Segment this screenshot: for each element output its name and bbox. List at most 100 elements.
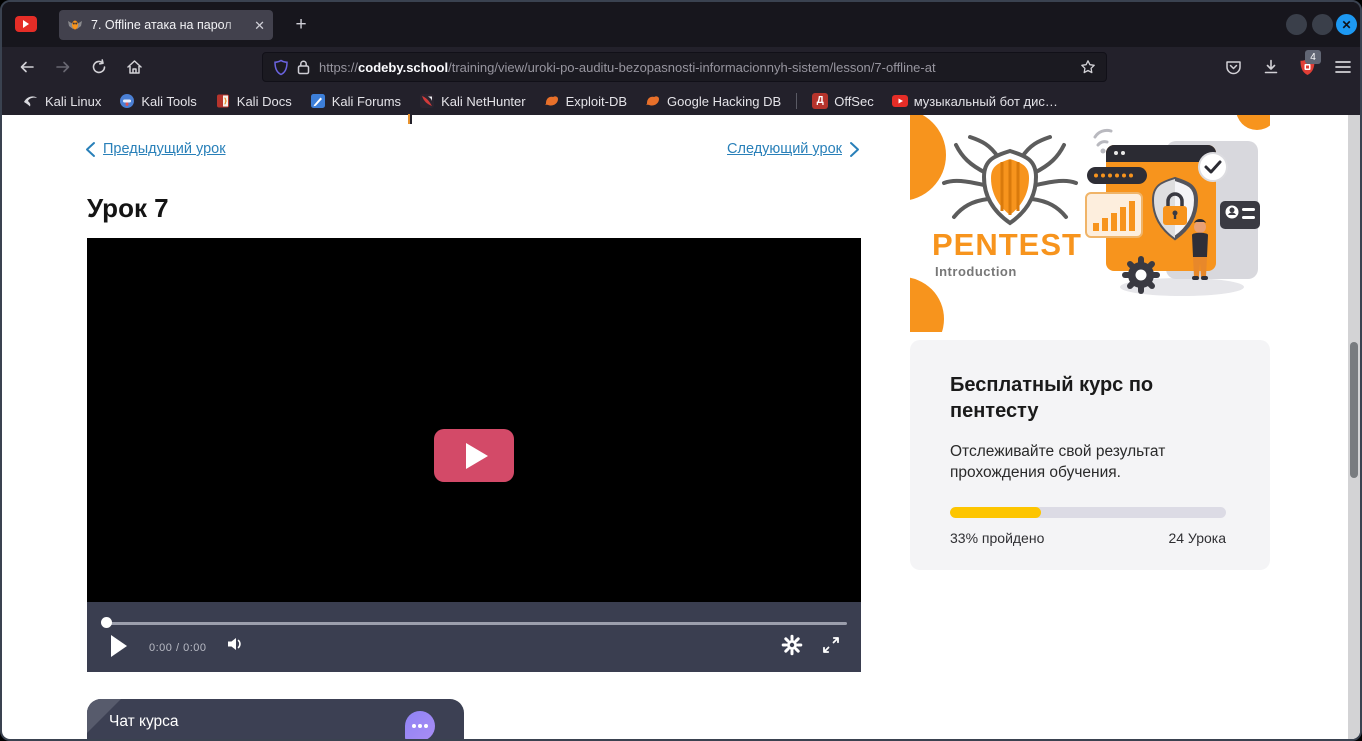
pentest-logo-title: PENTEST	[932, 227, 1082, 262]
player-controls: 0:00 / 0:00	[87, 602, 861, 672]
tab-title: 7. Offline атака на парол	[91, 18, 246, 32]
kali-docs-icon	[215, 93, 231, 109]
course-banner-illustration: PENTEST Introduction	[910, 115, 1270, 332]
chevron-left-icon	[84, 141, 96, 158]
new-tab-button[interactable]: +	[288, 12, 314, 38]
tracking-protection-shield-icon[interactable]	[273, 59, 289, 76]
seek-knob[interactable]	[101, 617, 112, 628]
extension-badge: 4	[1305, 50, 1321, 64]
progress-fill	[950, 507, 1041, 518]
volume-button[interactable]	[225, 634, 245, 654]
bookmark-label: Kali Docs	[237, 94, 292, 109]
chevron-right-icon	[849, 141, 861, 158]
youtube-icon	[23, 20, 29, 28]
volume-icon	[225, 634, 245, 654]
bookmark-kali-docs[interactable]: Kali Docs	[206, 90, 301, 112]
scrollbar-thumb[interactable]	[1350, 342, 1358, 478]
prev-lesson-link[interactable]: Предыдущий урок	[103, 141, 226, 157]
course-chat-widget[interactable]: Чат курса	[87, 699, 464, 741]
forward-button[interactable]	[51, 55, 75, 79]
bookmark-label: Kali Tools	[141, 94, 196, 109]
big-play-button[interactable]	[434, 429, 514, 482]
course-card-description: Отслеживайте свой результат прохождения …	[950, 442, 1220, 484]
bookmark-google-hacking-db[interactable]: Google Hacking DB	[636, 90, 790, 112]
bookmark-label: Kali Forums	[332, 94, 401, 109]
url-path: /training/view/uroki-po-auditu-bezopasno…	[448, 60, 936, 75]
bookmark-label: Google Hacking DB	[667, 94, 781, 109]
back-arrow-icon	[19, 59, 35, 75]
lock-icon[interactable]	[297, 60, 310, 75]
kali-forums-icon	[310, 93, 326, 109]
pocket-button[interactable]	[1221, 55, 1245, 79]
pinned-tab-youtube[interactable]	[15, 16, 37, 32]
youtube-icon	[892, 93, 908, 109]
seek-bar[interactable]	[106, 622, 847, 625]
gear-icon	[781, 634, 803, 656]
ghdb-bird-icon	[645, 93, 661, 109]
progress-bar	[950, 507, 1226, 518]
back-button[interactable]	[15, 55, 39, 79]
chat-bubble-icon[interactable]	[405, 711, 435, 741]
play-icon	[466, 443, 488, 469]
scrolled-heading-fragment	[410, 114, 412, 124]
close-button[interactable]: ✕	[1336, 14, 1357, 35]
lessons-count: 24 Урока	[1168, 530, 1226, 546]
kali-dragon-icon	[23, 93, 39, 109]
url-bar[interactable]: https://codeby.school/training/view/urok…	[262, 52, 1107, 82]
next-lesson-link[interactable]: Следующий урок	[727, 141, 842, 157]
reload-icon	[91, 59, 107, 75]
page-content: Предыдущий урок Следующий урок Урок 7 0:…	[2, 115, 1360, 741]
browser-window: 7. Offline атака на парол ✕ + ✕ https://…	[0, 0, 1362, 741]
progress-caption: 33% пройдено	[950, 530, 1044, 546]
play-button[interactable]	[111, 635, 127, 657]
home-button[interactable]	[122, 55, 146, 79]
course-progress-card: Бесплатный курс по пентесту Отслеживайте…	[910, 340, 1270, 570]
exploit-db-bird-icon	[544, 93, 560, 109]
bookmark-offsec[interactable]: Д OffSec	[803, 90, 883, 112]
tab-active[interactable]: 7. Offline атака на парол ✕	[59, 10, 273, 40]
settings-button[interactable]	[781, 634, 803, 656]
fullscreen-button[interactable]	[821, 635, 841, 655]
minimize-button[interactable]	[1286, 14, 1307, 35]
url-host: codeby.school	[358, 60, 448, 75]
forward-arrow-icon	[55, 59, 71, 75]
titlebar: 7. Offline атака на парол ✕ + ✕	[2, 2, 1360, 47]
download-icon	[1263, 59, 1279, 75]
bookmark-label: Exploit-DB	[566, 94, 627, 109]
tab-close-icon[interactable]: ✕	[254, 19, 265, 32]
page-scrollbar[interactable]	[1348, 115, 1360, 741]
bookmark-label: Kali NetHunter	[441, 94, 526, 109]
fullscreen-icon	[821, 635, 841, 655]
time-display: 0:00 / 0:00	[149, 642, 207, 654]
reload-button[interactable]	[87, 55, 111, 79]
hamburger-menu-icon	[1335, 60, 1351, 74]
course-banner: PENTEST Introduction	[910, 115, 1270, 332]
pocket-icon	[1225, 59, 1242, 75]
kali-tools-icon	[119, 93, 135, 109]
codeby-owl-favicon	[67, 17, 83, 33]
url-protocol: https://	[319, 60, 358, 75]
bookmark-kali-linux[interactable]: Kali Linux	[14, 90, 110, 112]
video-player: 0:00 / 0:00	[87, 238, 861, 672]
downloads-button[interactable]	[1259, 55, 1283, 79]
bookmark-star-icon[interactable]	[1080, 59, 1096, 75]
bookmark-kali-forums[interactable]: Kali Forums	[301, 90, 410, 112]
bookmarks-separator	[796, 93, 797, 109]
bookmark-exploit-db[interactable]: Exploit-DB	[535, 90, 636, 112]
url-text: https://codeby.school/training/view/urok…	[319, 60, 1061, 75]
bookmark-music-bot[interactable]: музыкальный бот дис…	[883, 90, 1067, 112]
bookmark-label: Kali Linux	[45, 94, 101, 109]
bookmark-label: OffSec	[834, 94, 874, 109]
menu-button[interactable]	[1331, 55, 1355, 79]
course-card-title: Бесплатный курс по пентесту	[950, 372, 1210, 424]
pentest-logo-subtitle: Introduction	[935, 264, 1017, 279]
chat-title: Чат курса	[109, 713, 179, 731]
lesson-title: Урок 7	[87, 193, 169, 224]
bookmark-kali-nethunter[interactable]: Kali NetHunter	[410, 90, 535, 112]
video-area[interactable]	[87, 238, 861, 602]
bookmarks-bar: Kali Linux Kali Tools Kali Docs Kali For…	[2, 87, 1360, 115]
bookmark-kali-tools[interactable]: Kali Tools	[110, 90, 205, 112]
kali-nethunter-icon	[419, 93, 435, 109]
maximize-button[interactable]	[1312, 14, 1333, 35]
offsec-icon: Д	[812, 93, 828, 109]
